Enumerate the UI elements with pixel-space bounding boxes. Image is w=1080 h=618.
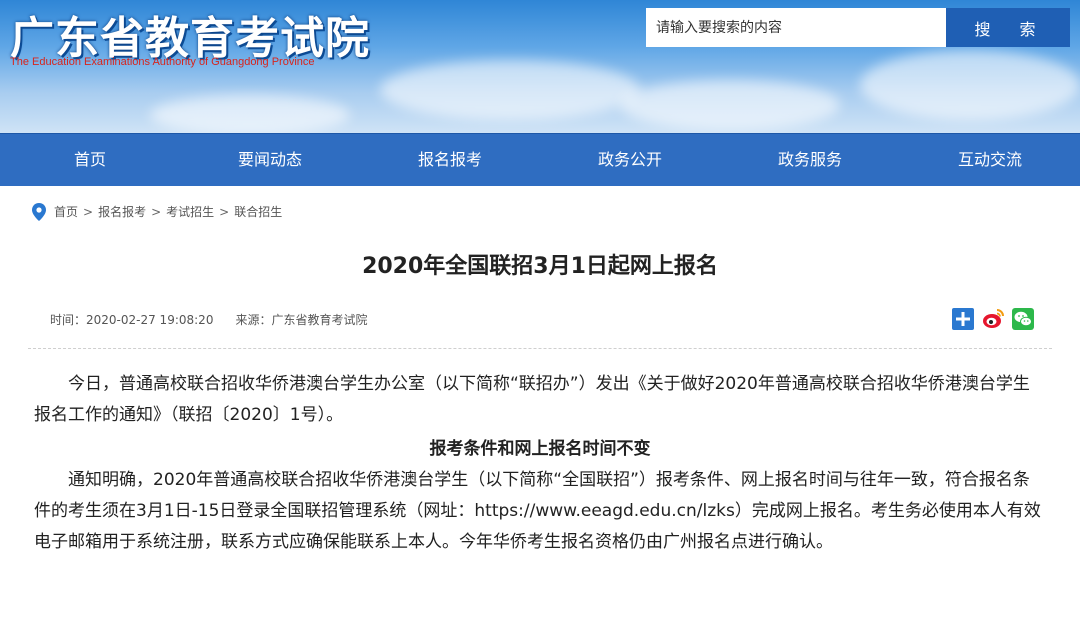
breadcrumb-separator: > <box>83 205 94 219</box>
article-paragraph: 通知明确，2020年普通高校联合招收华侨港澳台学生（以下简称“全国联招”）报考条… <box>34 470 1041 552</box>
article-title: 2020年全国联招3月1日起网上报名 <box>362 254 718 279</box>
nav-item-registration[interactable]: 报名报考 <box>360 134 540 186</box>
article-time: 时间：2020-02-27 19:08:20 <box>50 312 214 327</box>
share-buttons <box>952 308 1034 330</box>
article-source: 来源：广东省教育考试院 <box>235 312 368 327</box>
breadcrumb: 首页 > 报名报考 > 考试招生 > 联合招生 <box>28 186 1052 226</box>
site-subtitle: The Education Examinations Authority of … <box>10 56 315 68</box>
nav-item-news[interactable]: 要闻动态 <box>180 134 360 186</box>
breadcrumb-home[interactable]: 首页 <box>54 202 78 222</box>
main-content: 首页 > 报名报考 > 考试招生 > 联合招生 2020年全国联招3月1日起网上… <box>0 186 1080 558</box>
article-subheading: 报考条件和网上报名时间不变 <box>429 439 651 459</box>
article-body: 今日，普通高校联合招收华侨港澳台学生办公室（以下简称“联招办”）发出《关于做好2… <box>28 349 1052 558</box>
search-bar: 搜 索 <box>646 8 1070 47</box>
weibo-icon[interactable] <box>982 308 1004 330</box>
nav-item-interaction[interactable]: 互动交流 <box>900 134 1080 186</box>
plus-share-icon[interactable] <box>952 308 974 330</box>
search-input[interactable] <box>646 8 946 47</box>
cloud-decoration <box>860 50 1080 120</box>
breadcrumb-registration[interactable]: 报名报考 <box>98 202 146 222</box>
cloud-decoration <box>620 80 840 130</box>
breadcrumb-joint-enrollment[interactable]: 联合招生 <box>234 202 282 222</box>
nav-item-home[interactable]: 首页 <box>0 134 180 186</box>
cloud-decoration <box>380 60 640 120</box>
breadcrumb-separator: > <box>219 205 230 219</box>
breadcrumb-exam-enrollment[interactable]: 考试招生 <box>166 202 214 222</box>
nav-item-government-services[interactable]: 政务服务 <box>720 134 900 186</box>
location-pin-icon <box>32 203 46 221</box>
search-button[interactable]: 搜 索 <box>946 8 1070 47</box>
wechat-icon[interactable] <box>1012 308 1034 330</box>
main-nav: 首页 要闻动态 报名报考 政务公开 政务服务 互动交流 <box>0 133 1080 186</box>
article-paragraph: 今日，普通高校联合招收华侨港澳台学生办公室（以下简称“联招办”）发出《关于做好2… <box>34 374 1030 425</box>
article-meta: 时间：2020-02-27 19:08:20 来源：广东省教育考试院 <box>28 298 1052 349</box>
site-header: 广东省教育考试院 The Education Examinations Auth… <box>0 0 1080 133</box>
cloud-decoration <box>150 95 350 133</box>
breadcrumb-separator: > <box>151 205 162 219</box>
nav-item-government-affairs[interactable]: 政务公开 <box>540 134 720 186</box>
